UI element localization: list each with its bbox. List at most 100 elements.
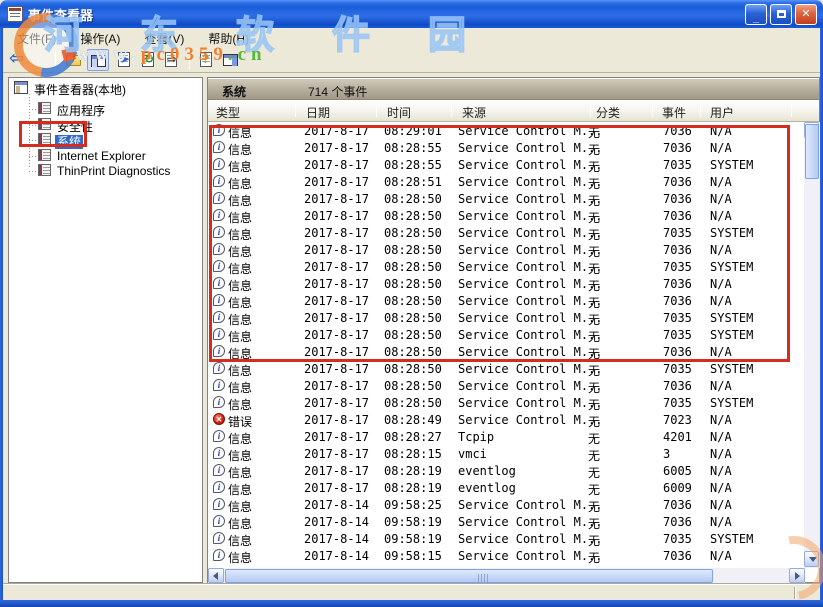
column-header-4[interactable]: 来源 [462, 104, 486, 121]
event-time: 08:28:50 [384, 209, 442, 223]
column-header-7[interactable]: 用户 [710, 104, 734, 121]
back-arrow-icon[interactable]: ⇦ [7, 49, 29, 71]
column-header-5[interactable]: 分类 [596, 104, 620, 121]
event-row[interactable]: i信息2017-8-1708:28:50Service Control M...… [208, 207, 805, 224]
menu-file[interactable]: 文件(F) [7, 28, 66, 47]
event-date: 2017-8-17 [304, 430, 369, 444]
menu-action[interactable]: 操作(A) [70, 28, 130, 47]
event-time: 08:28:50 [384, 362, 442, 376]
horizontal-scrollbar[interactable] [208, 568, 805, 584]
event-row[interactable]: i信息2017-8-1708:28:50Service Control M...… [208, 190, 805, 207]
menu-help[interactable]: 帮助(H) [198, 28, 259, 47]
up-folder-icon[interactable]: ↑ [63, 49, 85, 71]
column-header-2[interactable]: 日期 [306, 104, 330, 121]
event-id: 7036 [663, 515, 692, 529]
minimize-button[interactable]: _ [745, 4, 767, 25]
event-row[interactable]: i信息2017-8-1409:58:19Service Control M...… [208, 513, 805, 530]
sidebar-item-application[interactable]: 应用程序 [38, 102, 107, 117]
event-date: 2017-8-17 [304, 192, 369, 206]
event-row[interactable]: i信息2017-8-1708:28:27Tcpip无4201N/A [208, 428, 805, 445]
event-row[interactable]: i信息2017-8-1708:28:50Service Control M...… [208, 309, 805, 326]
console-root-icon [14, 81, 28, 94]
event-row[interactable]: i信息2017-8-1708:28:50Service Control M...… [208, 326, 805, 343]
event-row[interactable]: i信息2017-8-1708:28:55Service Control M...… [208, 139, 805, 156]
vertical-scrollbar[interactable] [804, 122, 820, 568]
column-header-6[interactable]: 事件 [662, 104, 686, 121]
scroll-left-button[interactable] [208, 568, 224, 583]
event-time: 08:28:50 [384, 226, 442, 240]
show-panel-icon[interactable] [220, 49, 242, 71]
event-row[interactable]: i信息2017-8-1708:28:51Service Control M...… [208, 173, 805, 190]
event-date: 2017-8-17 [304, 396, 369, 410]
event-row[interactable]: i信息2017-8-1708:28:50Service Control M...… [208, 360, 805, 377]
horizontal-scroll-thumb[interactable] [225, 569, 713, 583]
event-category: 无 [588, 549, 600, 566]
event-user: SYSTEM [710, 328, 753, 342]
sidebar-item-internet-explorer[interactable]: Internet Explorer [38, 149, 148, 164]
menu-view[interactable]: 查看(V) [134, 28, 194, 47]
tree-root-event-viewer[interactable]: 事件查看器(本地) [14, 81, 128, 96]
refresh-icon[interactable]: ↻ [138, 49, 160, 71]
event-row[interactable]: i信息2017-8-1708:28:50Service Control M...… [208, 241, 805, 258]
event-user: N/A [710, 430, 732, 444]
event-row[interactable]: ✕错误2017-8-1708:28:49Service Control M...… [208, 411, 805, 428]
show-hide-console-tree-icon[interactable] [87, 49, 109, 71]
sidebar-item-thinprint-diagnostics[interactable]: ThinPrint Diagnostics [38, 164, 172, 179]
event-row[interactable]: i信息2017-8-1409:58:19Service Control M...… [208, 530, 805, 547]
event-time: 08:28:19 [384, 481, 442, 495]
event-user: SYSTEM [710, 396, 753, 410]
column-header-3[interactable]: 时间 [387, 104, 411, 121]
column-separator[interactable] [451, 104, 452, 117]
properties-icon[interactable]: ➤ [114, 49, 136, 71]
scroll-right-button[interactable] [789, 568, 805, 583]
column-separator[interactable] [791, 104, 792, 117]
column-header-1[interactable]: 类型 [216, 104, 240, 121]
sidebar-item-security[interactable]: 安全性 [38, 118, 95, 133]
event-user: N/A [710, 498, 732, 512]
thumb-grip [478, 574, 488, 582]
event-date: 2017-8-17 [304, 481, 369, 495]
information-bubble-icon: i [213, 379, 225, 391]
tree-item-label: 应用程序 [55, 104, 107, 118]
event-row[interactable]: i信息2017-8-1708:28:50Service Control M...… [208, 275, 805, 292]
information-bubble-icon: i [213, 158, 225, 170]
event-row[interactable]: i信息2017-8-1708:28:50Service Control M...… [208, 343, 805, 360]
event-row[interactable]: i信息2017-8-1708:28:15vmci无3N/A [208, 445, 805, 462]
event-id: 7035 [663, 328, 692, 342]
title-bar[interactable]: 事件查看器 _ ✕ [0, 0, 823, 28]
column-separator[interactable] [295, 104, 296, 117]
event-row[interactable]: i信息2017-8-1708:28:19eventlog无6009N/A [208, 479, 805, 496]
event-row[interactable]: i信息2017-8-1708:28:50Service Control M...… [208, 377, 805, 394]
maximize-button[interactable] [770, 4, 792, 25]
column-separator[interactable] [376, 104, 377, 117]
information-bubble-icon: i [213, 515, 225, 527]
export-list-icon[interactable]: ⇨ [161, 49, 183, 71]
event-source: Service Control M... [458, 396, 603, 410]
event-row[interactable]: i信息2017-8-1409:58:15Service Control M...… [208, 547, 805, 564]
scroll-down-button[interactable] [804, 551, 819, 567]
column-separator[interactable] [590, 104, 591, 117]
vertical-scroll-thumb[interactable] [805, 124, 819, 179]
event-row[interactable]: i信息2017-8-1708:28:50Service Control M...… [208, 394, 805, 411]
event-row[interactable]: i信息2017-8-1708:28:50Service Control M...… [208, 224, 805, 241]
sidebar-item-system[interactable]: 系统 [38, 133, 83, 148]
column-separator[interactable] [652, 104, 653, 117]
help-icon[interactable]: ? [196, 49, 218, 71]
information-bubble-icon: i [213, 481, 225, 493]
status-bar [3, 584, 820, 600]
close-button[interactable]: ✕ [795, 4, 817, 25]
event-date: 2017-8-17 [304, 141, 369, 155]
event-row[interactable]: i信息2017-8-1708:28:19eventlog无6005N/A [208, 462, 805, 479]
event-row[interactable]: i信息2017-8-1708:28:50Service Control M...… [208, 258, 805, 275]
event-row[interactable]: i信息2017-8-1708:28:55Service Control M...… [208, 156, 805, 173]
event-date: 2017-8-14 [304, 532, 369, 546]
event-time: 08:28:50 [384, 311, 442, 325]
log-name-label: 系统 [222, 83, 246, 100]
column-separator[interactable] [700, 104, 701, 117]
event-time: 09:58:19 [384, 532, 442, 546]
event-row[interactable]: i信息2017-8-1409:58:25Service Control M...… [208, 496, 805, 513]
event-source: Service Control M... [458, 328, 603, 342]
event-time: 08:28:50 [384, 379, 442, 393]
event-row[interactable]: i信息2017-8-1708:28:50Service Control M...… [208, 292, 805, 309]
event-row[interactable]: i信息2017-8-1708:29:01Service Control M...… [208, 122, 805, 139]
